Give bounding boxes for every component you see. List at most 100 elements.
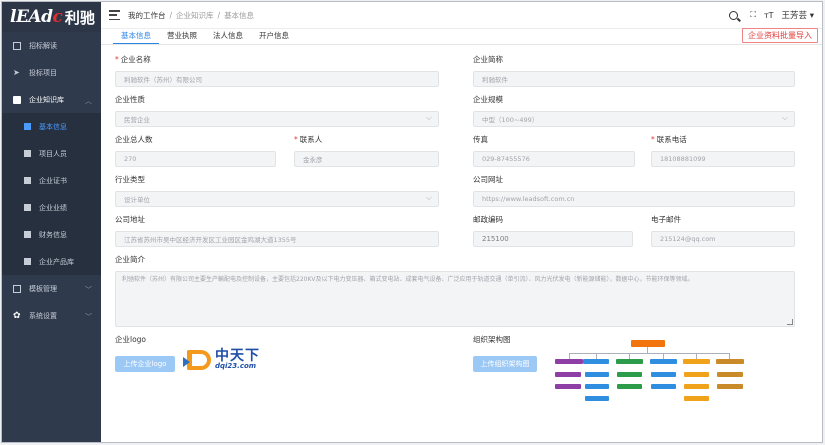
org-node	[683, 359, 710, 364]
tab-legal-person[interactable]: 法人信息	[205, 30, 251, 44]
list-icon	[24, 123, 31, 130]
tab-bank-account[interactable]: 开户信息	[251, 30, 297, 44]
search-icon[interactable]	[729, 10, 739, 20]
sidebar-item-performance[interactable]: 企业业绩	[2, 194, 101, 221]
tab-business-license[interactable]: 营业执照	[159, 30, 205, 44]
org-node	[650, 359, 677, 364]
intro-field: 企业简介 利驰软件（苏州）有限公司主要生产輸配电及控制设备，主要包括220KV及…	[115, 254, 795, 327]
batch-import-button[interactable]: 企业资料批量导入	[742, 28, 818, 43]
org-node	[583, 359, 609, 364]
contact-input[interactable]: 金永彦	[294, 151, 439, 167]
sidebar-item-staff[interactable]: 项目人员	[2, 140, 101, 167]
intro-textarea[interactable]: 利驰软件（苏州）有限公司主要生产輸配电及控制设备，主要包括220KV及以下电力变…	[115, 271, 795, 327]
org-node	[684, 384, 709, 389]
menu-toggle-icon[interactable]	[109, 10, 120, 20]
org-node	[684, 372, 709, 377]
logo-mark-icon	[183, 349, 211, 370]
logo-field: 企业logo 上传企业logo	[115, 334, 175, 372]
website-input[interactable]: https://www.leadsoft.com.cn	[473, 191, 795, 207]
fax-field: 传真 029-87455576	[473, 134, 635, 167]
list-icon	[24, 258, 31, 265]
field-label: 组织架构图	[473, 335, 511, 344]
template-icon	[13, 284, 21, 293]
sidebar-item-finance[interactable]: 财务信息	[2, 221, 101, 248]
company-name-input[interactable]: 利驰软件（苏州）有限公司	[115, 71, 439, 87]
header-tools: ⛶ тT 王芳芸 ▾	[729, 9, 814, 21]
email-input[interactable]: 215124@qq.com	[651, 231, 795, 247]
field-label: 企业规模	[473, 95, 503, 104]
user-name: 王芳芸	[781, 11, 808, 21]
fullscreen-icon[interactable]: ⛶	[750, 10, 756, 20]
tab-basic-info[interactable]: 基本信息	[113, 30, 159, 44]
field-label: 传真	[473, 135, 488, 144]
industry-select[interactable]: 设计单位	[115, 191, 439, 207]
chevron-down-icon: ﹀	[85, 286, 92, 294]
send-icon: ➤	[13, 67, 20, 77]
phone-input[interactable]: 18108881099	[651, 151, 795, 167]
sidebar-item-bid-analysis[interactable]: 招标解读	[2, 32, 101, 59]
sidebar-item-label: 企业产品库	[39, 257, 74, 266]
caret-down-icon: ▾	[809, 11, 814, 21]
field-label: 公司网址	[473, 175, 503, 184]
headcount-field: 企业总人数 270	[115, 134, 276, 167]
sidebar-item-certificates[interactable]: 企业证书	[2, 167, 101, 194]
list-icon	[24, 204, 31, 211]
sidebar-item-label: 基本信息	[39, 122, 67, 131]
sidebar-item-settings[interactable]: ✿ 系统设置 ﹀	[2, 302, 101, 329]
field-label: 企业logo	[115, 335, 147, 344]
list-icon	[24, 231, 31, 238]
sidebar-submenu: 基本信息 项目人员 企业证书 企业业绩 财务信息 企业产品库	[2, 113, 101, 275]
tab-bar: 基本信息 营业执照 法人信息 开户信息 企业资料批量导入	[101, 28, 822, 45]
org-node	[585, 396, 609, 401]
org-chart-preview	[551, 336, 746, 406]
chevron-down-icon: ﹀	[85, 313, 92, 321]
top-header: 我的工作台 / 企业知识库 / 基本信息 ⛶ тT 王芳芸 ▾	[101, 2, 822, 29]
field-label: 邮政编码	[473, 215, 503, 224]
short-name-field: 企业简称 利驰软件	[473, 54, 795, 87]
sidebar-item-bid-projects[interactable]: ➤ 投标项目	[2, 59, 101, 86]
phone-field: * 联系电话 18108881099	[651, 134, 795, 167]
short-name-input[interactable]: 利驰软件	[473, 71, 795, 87]
field-label: 电子邮件	[651, 215, 681, 224]
field-label: 公司地址	[115, 215, 145, 224]
user-menu[interactable]: 王芳芸 ▾	[782, 9, 815, 21]
app-window: lEAdc利驰 招标解读 ➤ 投标项目 企业知识库 ︿ 基本信息 项目人员	[1, 1, 823, 443]
scale-select[interactable]: 中型（100~499）	[473, 111, 795, 127]
org-node	[651, 372, 676, 377]
org-node	[616, 359, 643, 364]
address-input[interactable]: 江苏省苏州市吴中区经济开发区工业园区金鸡湖大道1355号	[115, 231, 439, 247]
headcount-input[interactable]: 270	[115, 151, 276, 167]
font-size-icon[interactable]: тT	[764, 11, 774, 20]
breadcrumb-home[interactable]: 我的工作台	[128, 11, 166, 20]
org-node	[617, 384, 642, 389]
postcode-input[interactable]: 215100	[473, 231, 633, 247]
nature-select[interactable]: 民营企业	[115, 111, 439, 127]
sidebar-item-basic-info[interactable]: 基本信息	[2, 113, 101, 140]
field-label: 行业类型	[115, 175, 145, 184]
upload-logo-button[interactable]: 上传企业logo	[115, 356, 175, 372]
scale-field: 企业规模 中型（100~499）	[473, 94, 795, 127]
industry-field: 行业类型 设计单位	[115, 174, 439, 207]
grid-icon	[13, 41, 21, 50]
breadcrumb-knowledge-base[interactable]: 企业知识库	[176, 11, 214, 20]
fax-input[interactable]: 029-87455576	[473, 151, 635, 167]
org-node	[651, 384, 676, 389]
field-label: 企业简称	[473, 55, 503, 64]
gear-icon: ✿	[13, 310, 21, 321]
breadcrumb: 我的工作台 / 企业知识库 / 基本信息	[128, 10, 255, 20]
sidebar-item-knowledge-base[interactable]: 企业知识库 ︿	[2, 86, 101, 113]
sidebar-item-label: 项目人员	[39, 149, 67, 158]
org-node	[555, 372, 581, 377]
basic-info-form: *企业名称 利驰软件（苏州）有限公司 企业简称 利驰软件 企业性质 民营企业 企…	[101, 46, 822, 442]
org-node	[716, 359, 744, 364]
app-logo[interactable]: lEAd c 利驰	[2, 2, 101, 32]
upload-org-chart-button[interactable]: 上传组织架构图	[473, 356, 537, 372]
contact-field: * 联系人 金永彦	[294, 134, 439, 167]
org-node	[684, 396, 709, 401]
field-label: 企业性质	[115, 95, 145, 104]
field-label: 企业名称	[120, 55, 151, 64]
sidebar-item-products[interactable]: 企业产品库	[2, 248, 101, 275]
org-node	[717, 372, 743, 377]
logo-preview-name: 中天下	[215, 348, 260, 364]
sidebar-item-templates[interactable]: 模板管理 ﹀	[2, 275, 101, 302]
